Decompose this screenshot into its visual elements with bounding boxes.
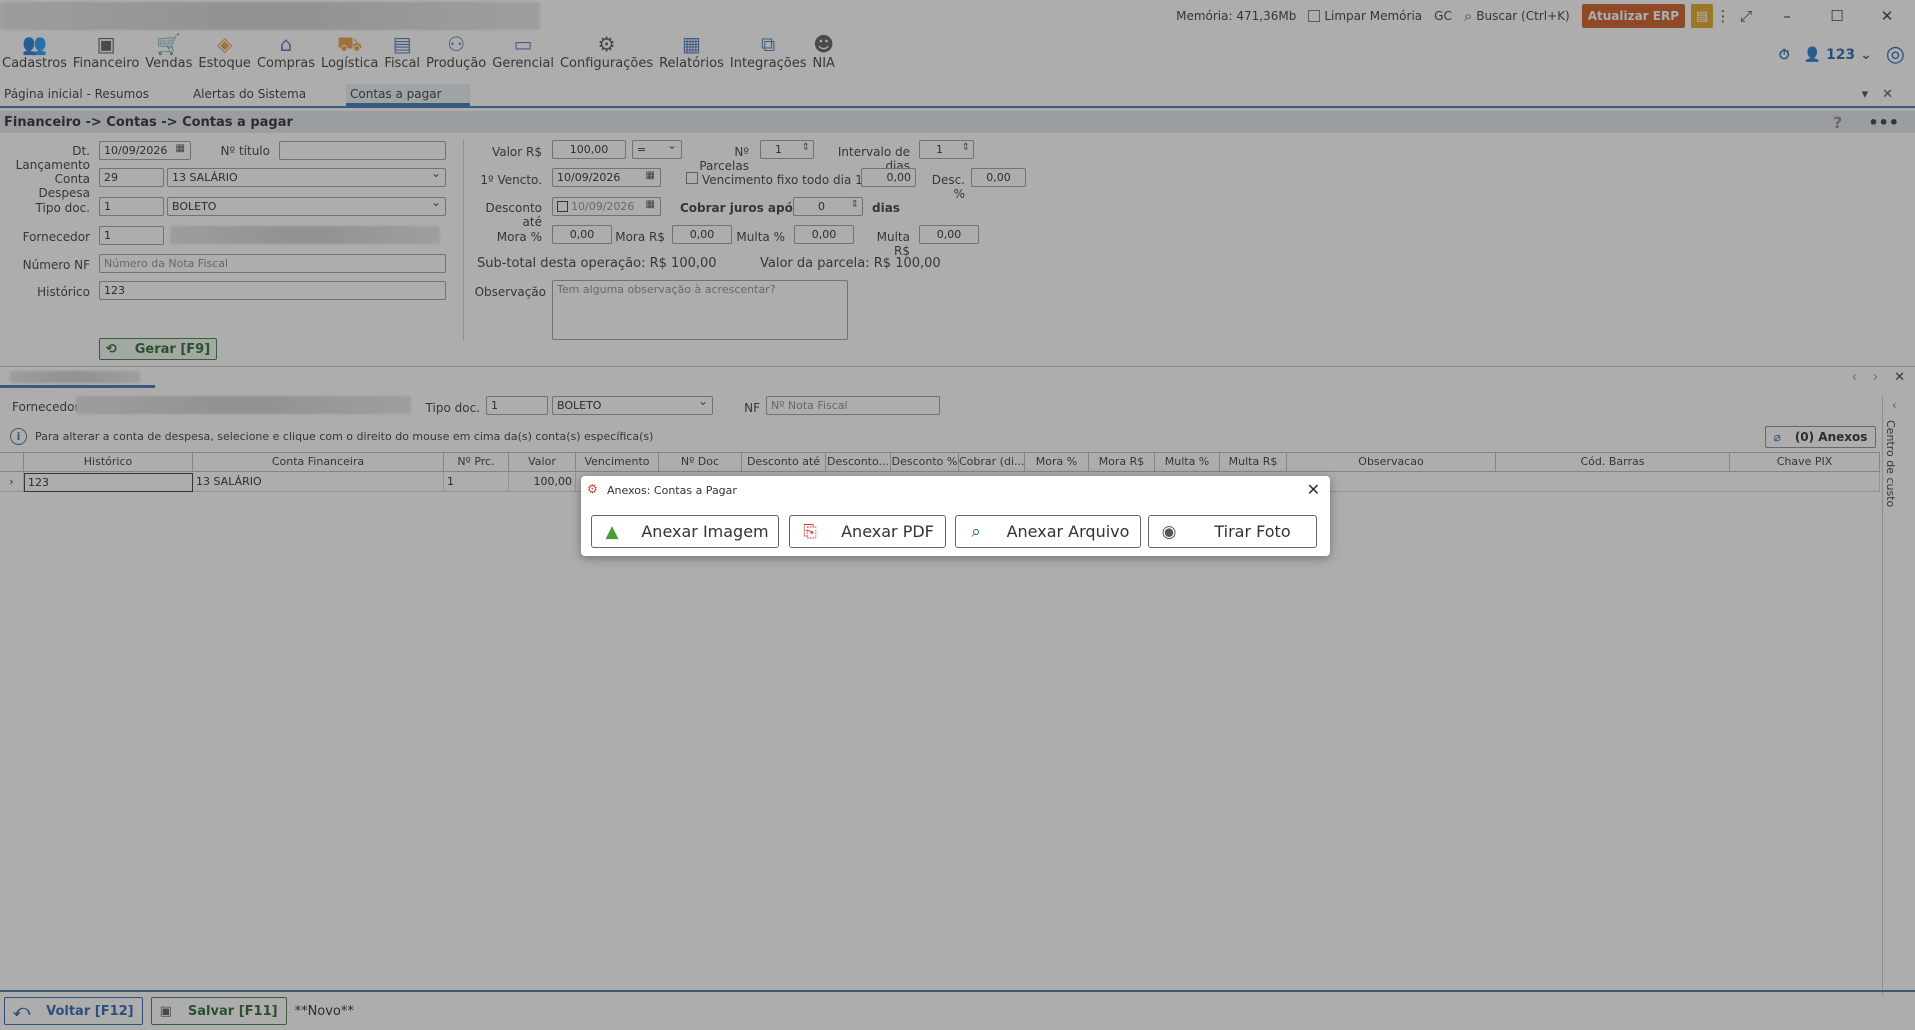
dialog-title: Anexos: Contas a Pagar xyxy=(607,484,737,497)
anexar-pdf-button[interactable]: ⎘ Anexar PDF xyxy=(789,515,946,548)
anexar-imagem-label: Anexar Imagem xyxy=(641,522,769,541)
anexos-dialog: ⚙ Anexos: Contas a Pagar ✕ ▲ Anexar Image… xyxy=(581,476,1330,556)
tirar-foto-button[interactable]: ◉ Tirar Foto xyxy=(1148,515,1317,548)
app-window: Memória: 471,36Mb Limpar Memória GC ⌕ Bus… xyxy=(0,0,1915,1030)
search-icon: ⌕ xyxy=(971,521,981,542)
anexar-imagem-button[interactable]: ▲ Anexar Imagem xyxy=(591,515,779,548)
pdf-icon: ⎘ xyxy=(803,521,817,542)
dialog-app-icon: ⚙ xyxy=(587,482,598,496)
image-icon: ▲ xyxy=(605,521,619,542)
tirar-foto-label: Tirar Foto xyxy=(1214,522,1291,541)
dialog-close-icon[interactable]: ✕ xyxy=(1307,480,1320,499)
anexar-arquivo-label: Anexar Arquivo xyxy=(1006,522,1130,541)
anexar-arquivo-button[interactable]: ⌕ Anexar Arquivo xyxy=(955,515,1141,548)
camera-icon: ◉ xyxy=(1161,521,1177,542)
anexar-pdf-label: Anexar PDF xyxy=(841,522,934,541)
